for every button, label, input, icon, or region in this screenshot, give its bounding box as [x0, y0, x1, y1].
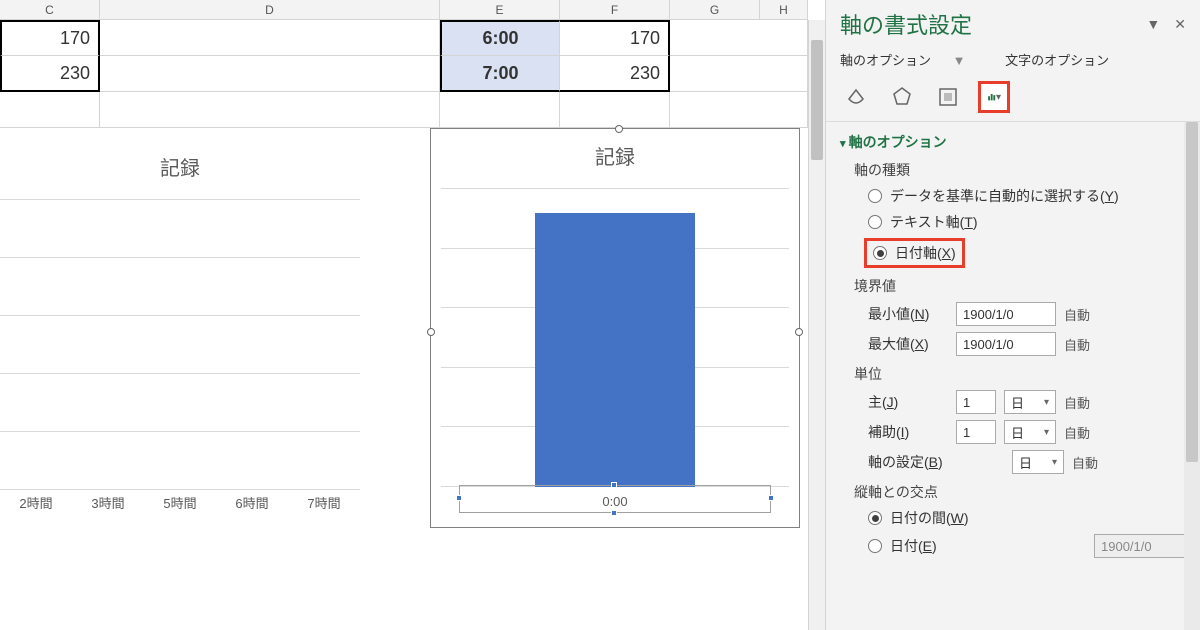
col-header-c[interactable]: C	[0, 0, 100, 20]
label-axis-crosses: 縦軸との交点	[854, 482, 1194, 502]
x-tick: 5時間	[144, 493, 216, 512]
col-header-g[interactable]: G	[670, 0, 760, 20]
label-units: 単位	[854, 364, 1194, 384]
auto-label: 自動	[1064, 393, 1090, 412]
input-cross-date: 1900/1/0	[1094, 534, 1194, 558]
col-header-e[interactable]: E	[440, 0, 560, 20]
x-axis[interactable]: 0:00	[441, 494, 789, 509]
cell-empty[interactable]	[440, 92, 560, 128]
cell-empty[interactable]	[0, 92, 100, 128]
close-icon[interactable]: ✕	[1174, 16, 1186, 33]
row-min: 最小値(N) 1900/1/0 自動	[868, 302, 1194, 326]
row-minor-unit: 補助(I) 1 日 自動	[868, 420, 1194, 444]
plot-area	[0, 200, 360, 490]
cell-g-r2[interactable]	[670, 56, 760, 92]
chart-title: 記録	[0, 152, 370, 181]
cell-h-r2[interactable]	[760, 56, 808, 92]
auto-label: 自動	[1064, 305, 1090, 324]
dropdown-icon[interactable]: ▼	[1146, 16, 1160, 32]
row-major-unit: 主(J) 1 日 自動	[868, 390, 1194, 414]
pane-title: 軸の書式設定	[840, 8, 972, 40]
bar[interactable]	[535, 213, 695, 487]
cell-empty[interactable]	[560, 92, 670, 128]
fill-line-icon[interactable]	[840, 81, 872, 113]
cell-c-r2[interactable]: 230	[0, 56, 100, 92]
x-tick: 7時間	[288, 493, 360, 512]
radio-auto-select[interactable]: データを基準に自動的に選択する(Y)	[868, 186, 1194, 206]
select-minor-unit[interactable]: 日	[1004, 420, 1056, 444]
x-axis: 2時間 3時間 5時間 6時間 7時間	[0, 493, 360, 512]
row-max: 最大値(X) 1900/1/0 自動	[868, 332, 1194, 356]
input-major[interactable]: 1	[956, 390, 996, 414]
radio-text-axis[interactable]: テキスト軸(T)	[868, 212, 1194, 232]
radio-date-axis-highlighted[interactable]: 日付軸(X)	[864, 238, 965, 268]
bars	[441, 189, 789, 487]
radio-at-date[interactable]: 日付(E) 1900/1/0	[868, 534, 1194, 558]
auto-label: 自動	[1064, 335, 1090, 354]
chart-right-selected[interactable]: 記録 0:00	[430, 128, 800, 528]
column-headers: C D E F G H	[0, 0, 825, 20]
chart-left[interactable]: 記録 2時間 3時間 5時間 6時間 7時間	[0, 140, 370, 530]
cell-e-r1[interactable]: 6:00	[440, 20, 560, 56]
effects-icon[interactable]	[886, 81, 918, 113]
col-header-h[interactable]: H	[760, 0, 808, 20]
bars	[0, 200, 360, 490]
select-major-unit[interactable]: 日	[1004, 390, 1056, 414]
auto-label: 自動	[1064, 423, 1090, 442]
grid: 170 6:00 170 230 7:00 230	[0, 20, 825, 128]
cell-empty[interactable]	[760, 92, 808, 128]
select-base-unit[interactable]: 日	[1012, 450, 1064, 474]
cell-c-r1[interactable]: 170	[0, 20, 100, 56]
input-min[interactable]: 1900/1/0	[956, 302, 1056, 326]
cell-g-r1[interactable]	[670, 20, 760, 56]
cell-d-r2[interactable]	[100, 56, 440, 92]
cell-h-r1[interactable]	[760, 20, 808, 56]
input-minor[interactable]: 1	[956, 420, 996, 444]
cell-empty[interactable]	[670, 92, 760, 128]
x-tick: 3時間	[72, 493, 144, 512]
label-bounds: 境界値	[854, 276, 1194, 296]
spreadsheet: C D E F G H 170 6:00 170 230 7:00 230 記録	[0, 0, 825, 630]
panel-scrollbar[interactable]	[1184, 122, 1200, 630]
cell-e-r2[interactable]: 7:00	[440, 56, 560, 92]
col-header-f[interactable]: F	[560, 0, 670, 20]
size-properties-icon[interactable]	[932, 81, 964, 113]
cell-f-r2[interactable]: 230	[560, 56, 670, 92]
section-axis-options[interactable]: 軸のオプション	[840, 132, 1194, 152]
cell-empty[interactable]	[100, 92, 440, 128]
tab-text-options[interactable]: 文字のオプション	[1005, 53, 1109, 68]
x-tick: 0:00	[441, 494, 789, 509]
col-header-d[interactable]: D	[100, 0, 440, 20]
vertical-scrollbar[interactable]	[808, 20, 825, 630]
tab-axis-options[interactable]: 軸のオプション ▼	[840, 53, 984, 68]
chart-title: 記録	[431, 141, 799, 170]
row-base-unit: 軸の設定(B) 日 自動	[868, 450, 1194, 474]
cell-f-r1[interactable]: 170	[560, 20, 670, 56]
axis-options-icon[interactable]	[978, 81, 1010, 113]
input-max[interactable]: 1900/1/0	[956, 332, 1056, 356]
x-tick: 2時間	[0, 493, 72, 512]
plot-area	[441, 189, 789, 487]
cell-d-r1[interactable]	[100, 20, 440, 56]
format-axis-pane: 軸の書式設定 ▼ ✕ 軸のオプション ▼ 文字のオプション 軸のオプション 軸の…	[825, 0, 1200, 630]
label-axis-type: 軸の種類	[854, 160, 1194, 180]
x-tick: 6時間	[216, 493, 288, 512]
radio-between-dates[interactable]: 日付の間(W)	[868, 508, 1194, 528]
auto-label: 自動	[1072, 453, 1098, 472]
